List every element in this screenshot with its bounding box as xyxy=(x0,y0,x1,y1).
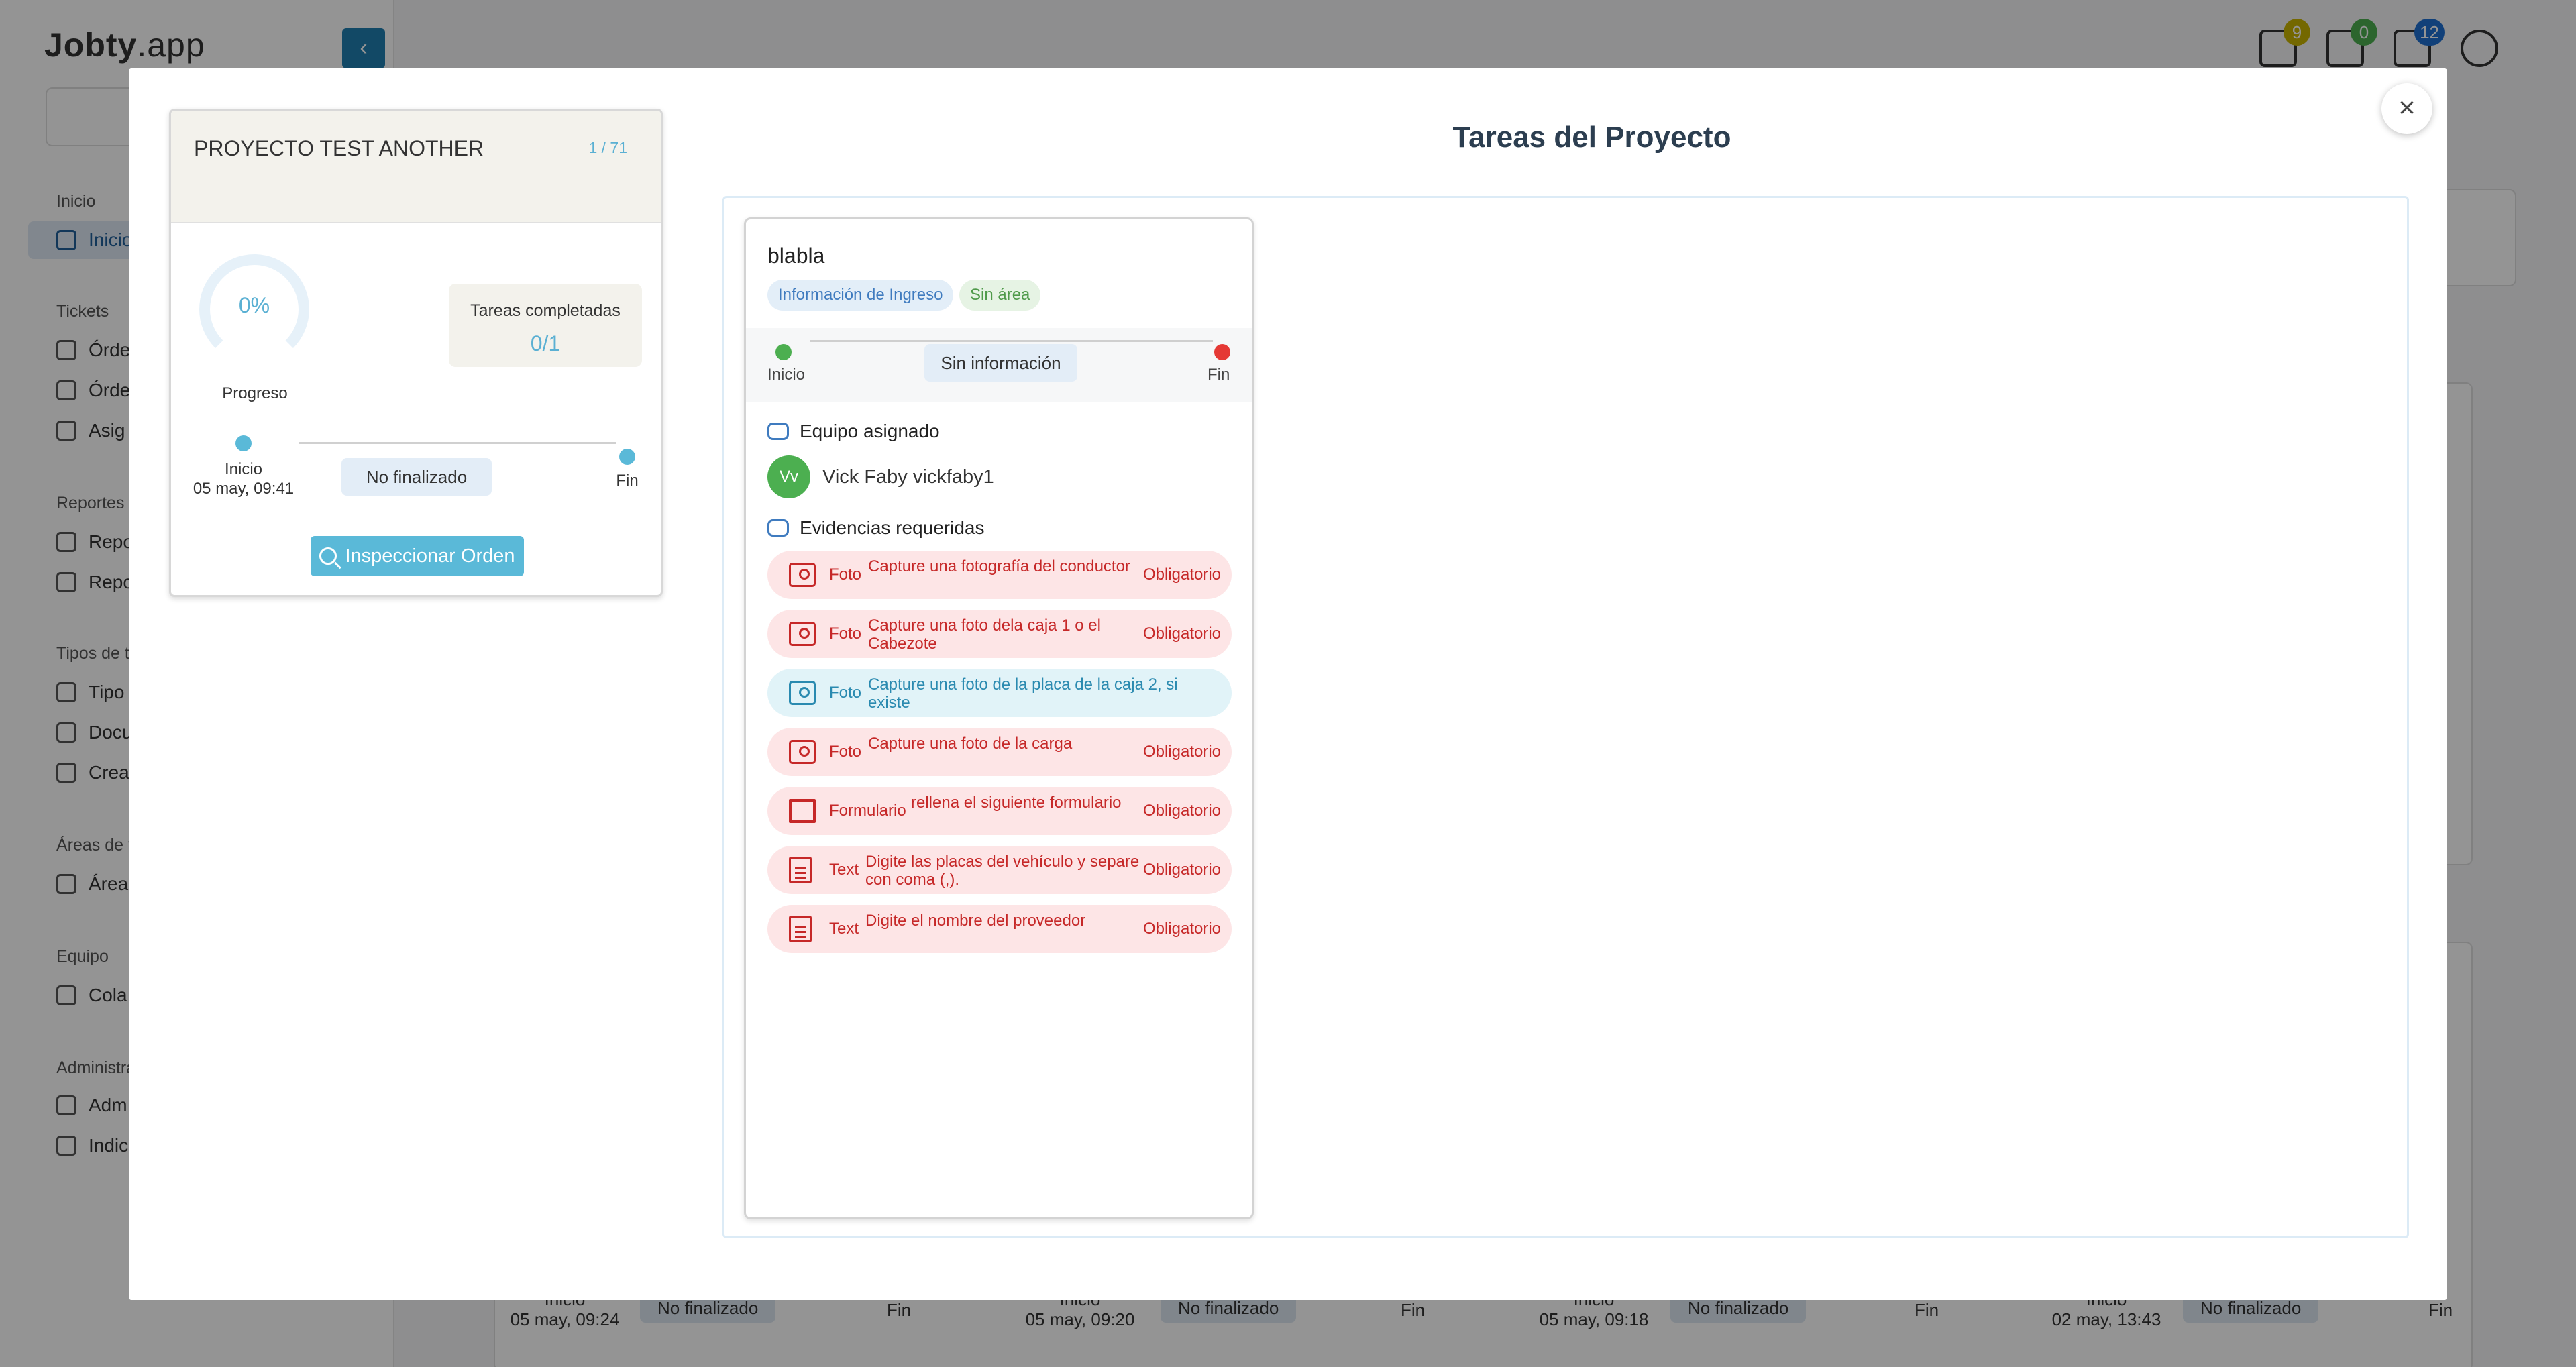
project-name: PROYECTO TEST ANOTHER xyxy=(194,136,484,160)
project-status-badge: No finalizado xyxy=(341,458,492,496)
photo-icon xyxy=(789,681,816,705)
close-icon: × xyxy=(2398,91,2416,124)
task-timeline-line xyxy=(810,340,1213,342)
project-end: Fin xyxy=(616,472,639,490)
search-icon xyxy=(319,547,337,565)
assigned-team-heading: Equipo asignado xyxy=(767,421,940,442)
photo-icon xyxy=(789,740,816,764)
evidence-item[interactable]: Foto Capture una foto de la carga Obliga… xyxy=(767,728,1232,776)
completed-tasks-label: Tareas completadas xyxy=(470,301,621,320)
users-icon xyxy=(767,423,789,440)
progress-percentage: 0% xyxy=(238,293,270,317)
project-counter: 1 / 71 xyxy=(588,139,627,156)
evidence-item[interactable]: Foto Capture una fotografía del conducto… xyxy=(767,551,1232,599)
task-card: blabla Información de Ingreso Sin área I… xyxy=(744,217,1254,1219)
photo-icon xyxy=(789,563,816,587)
completed-tasks-box: Tareas completadas 0/1 xyxy=(449,284,642,367)
required-evidence-heading: Evidencias requeridas xyxy=(767,517,985,539)
task-end-label: Fin xyxy=(1208,366,1230,384)
task-area-tag: Sin área xyxy=(959,280,1041,311)
timeline-start-dot xyxy=(235,435,252,451)
task-end-dot xyxy=(1214,344,1230,360)
form-icon xyxy=(789,799,816,823)
photo-icon xyxy=(789,622,816,646)
evidence-item-optional[interactable]: Foto Capture una foto de la placa de la … xyxy=(767,669,1232,717)
evidence-item[interactable]: Foto Capture una foto dela caja 1 o el C… xyxy=(767,610,1232,658)
project-card-header: PROYECTO TEST ANOTHER 1 / 71 xyxy=(171,111,661,223)
evidence-item[interactable]: Text Digite las placas del vehículo y se… xyxy=(767,846,1232,894)
progress-label: Progreso xyxy=(222,384,288,402)
task-type-tag: Información de Ingreso xyxy=(767,280,954,311)
task-start-dot xyxy=(775,344,792,360)
member-name: Vick Faby vickfaby1 xyxy=(822,466,994,488)
task-name: blabla xyxy=(767,243,825,268)
completed-tasks-value: 0/1 xyxy=(530,331,561,356)
project-start: Inicio 05 may, 09:41 xyxy=(193,460,294,498)
text-icon xyxy=(789,857,812,883)
modal-title: Tareas del Proyecto xyxy=(1452,121,1731,154)
task-status-badge: Sin información xyxy=(924,344,1077,382)
text-icon xyxy=(789,916,812,942)
task-start-label: Inicio xyxy=(767,366,806,384)
team-member: Vv Vick Faby vickfaby1 xyxy=(767,455,994,498)
timeline-end-dot xyxy=(619,449,635,465)
evidence-item[interactable]: Formulario rellena el siguiente formular… xyxy=(767,787,1232,835)
avatar: Vv xyxy=(767,455,810,498)
evidence-item[interactable]: Text Digite el nombre del proveedor Obli… xyxy=(767,905,1232,953)
project-card: PROYECTO TEST ANOTHER 1 / 71 0% Progreso… xyxy=(169,109,663,597)
camera-icon xyxy=(767,519,789,537)
project-timeline-line xyxy=(299,442,616,444)
inspect-order-button[interactable]: Inspeccionar Orden xyxy=(311,536,524,576)
